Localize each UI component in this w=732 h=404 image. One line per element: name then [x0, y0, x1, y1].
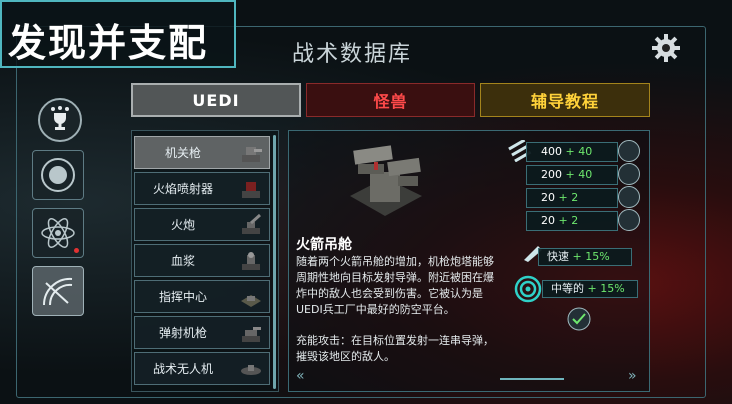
list-scrollbar[interactable] [273, 135, 276, 389]
machine-gun-icon [242, 147, 262, 162]
list-item-label: 机关枪 [164, 146, 201, 160]
unit-name: 火箭吊舱 [296, 237, 352, 253]
achievements-button[interactable] [38, 98, 82, 142]
list-item-label: 战术无人机 [152, 362, 213, 376]
list-item-artillery[interactable]: 火炮 [134, 208, 270, 241]
orbit-icon [41, 158, 75, 192]
drone-icon [241, 365, 261, 375]
radar-icon [42, 277, 73, 306]
shield-icon [618, 209, 640, 231]
sidebar-item-atom[interactable] [32, 208, 84, 258]
tab-monsters[interactable]: 怪兽 [306, 83, 475, 117]
sidebar-item-radar[interactable] [32, 266, 84, 316]
range-target-icon [514, 275, 542, 303]
sidebar-item-orbit[interactable] [32, 150, 84, 200]
list-item-flamethrower[interactable]: 火焰喷射器 [134, 172, 270, 205]
atom-icon [41, 218, 75, 248]
tab-uedi[interactable]: UEDI [131, 83, 301, 117]
stat-armor: 20 + 2 [526, 188, 618, 208]
list-item-label: 火焰喷射器 [152, 182, 213, 196]
flamethrower-icon [242, 182, 260, 198]
plasma-icon [242, 252, 260, 270]
list-item-label: 血浆 [170, 254, 195, 268]
list-item-machine-gun[interactable]: 机关枪 [134, 136, 270, 169]
list-item-tactical-drone[interactable]: 战术无人机 [134, 352, 270, 385]
upgrade-check-icon[interactable] [566, 306, 592, 332]
gear-icon[interactable] [650, 32, 682, 64]
catapult-gun-icon [242, 327, 261, 342]
armor-icon [618, 186, 640, 208]
notification-dot [74, 248, 79, 253]
page-indicator [500, 378, 564, 380]
trophy-stars-icon [51, 106, 69, 130]
stat-damage: 400 + 40 [526, 142, 618, 162]
page-title: 战术数据库 [292, 42, 413, 67]
stat-shield: 20 + 2 [526, 211, 618, 231]
list-item-plasma[interactable]: 血浆 [134, 244, 270, 277]
list-item-catapult-gun[interactable]: 弹射机枪 [134, 316, 270, 349]
unit-description: 随着两个火箭吊舱的增加，机枪炮塔能够周期性地向目标发射导弹。附近被困在爆炸中的敌… [296, 255, 494, 316]
title-banner: 发现并支配 [0, 0, 236, 68]
stat-health: 200 + 40 [526, 165, 618, 185]
damage-icon [618, 140, 640, 162]
list-item-label: 弹射机枪 [158, 326, 207, 340]
tab-tutorial[interactable]: 辅导教程 [480, 83, 650, 117]
list-item-command-center[interactable]: 指挥中心 [134, 280, 270, 313]
command-center-icon [241, 295, 261, 307]
list-item-label: 火炮 [170, 218, 195, 232]
chevrons-left-icon[interactable]: « [296, 368, 305, 384]
rocket-pod-turret-image [350, 145, 422, 216]
banner-title: 发现并支配 [8, 21, 209, 65]
list-item-label: 指挥中心 [158, 290, 207, 304]
unit-ability: 充能攻击：在目标位置发射一连串导弹，摧毁该地区的敌人。 [296, 334, 494, 363]
stat-range: 中等的 + 15% [542, 280, 638, 298]
chevrons-right-icon[interactable]: » [628, 368, 637, 384]
artillery-icon [242, 213, 261, 234]
stat-speed: 快速 + 15% [538, 248, 632, 266]
health-icon [618, 163, 640, 185]
